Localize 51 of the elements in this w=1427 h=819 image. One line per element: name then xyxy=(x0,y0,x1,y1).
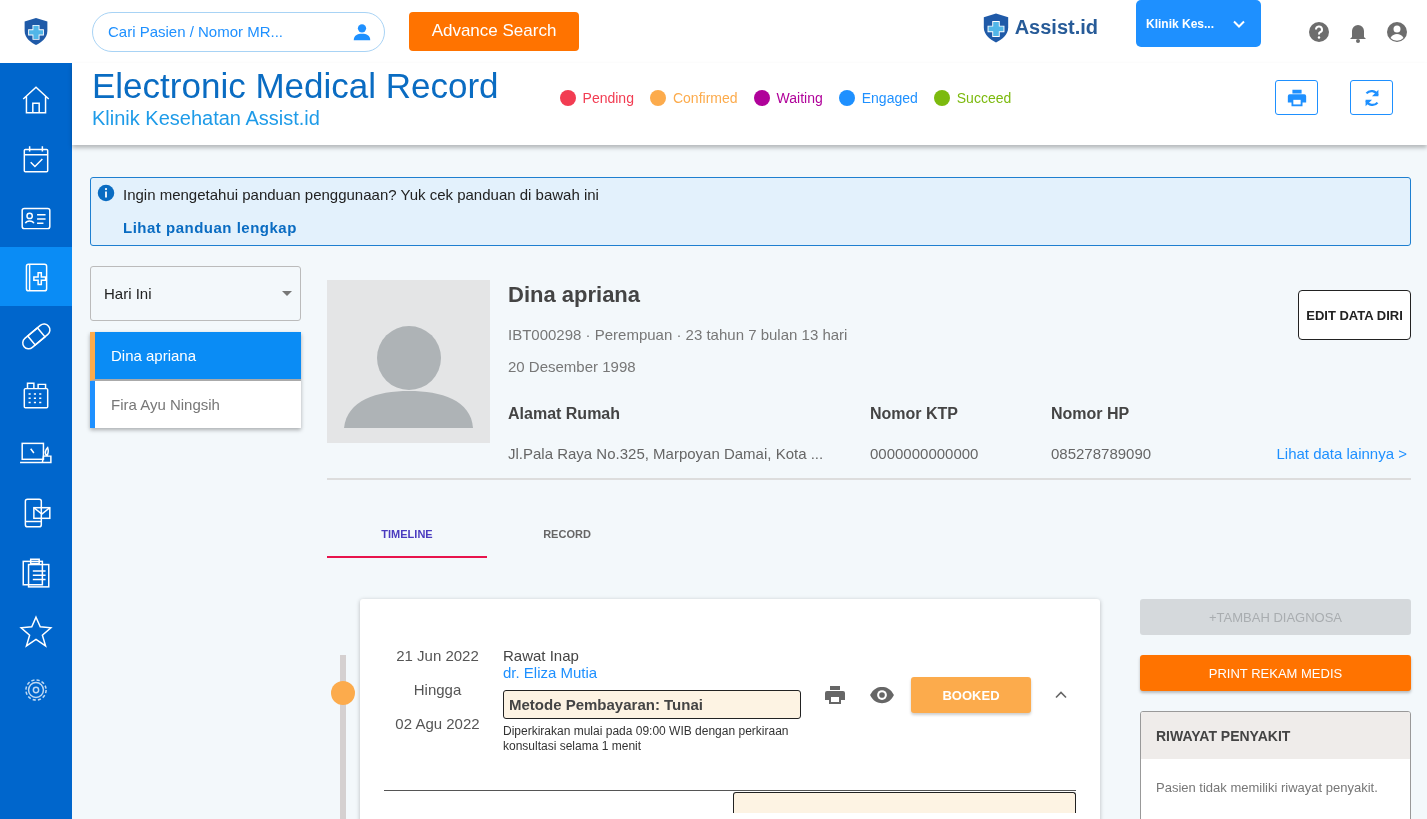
banner-text: Ingin mengetahui panduan penggunaan? Yuk cek panduan di bawah ini xyxy=(123,185,599,205)
tab[interactable]: TIMELINE xyxy=(327,520,487,558)
legend-label: Engaged xyxy=(861,90,918,106)
legend-label: Pending xyxy=(582,90,634,106)
visit-date: Hingga xyxy=(412,681,463,698)
patient-list-item[interactable]: Dina apriana xyxy=(90,332,301,381)
dropdown-caret-icon xyxy=(282,291,292,296)
edit-data-button[interactable]: EDIT DATA DIRI xyxy=(1298,290,1411,340)
patient-summary: IBT000298 · Perempuan · 23 tahun 7 bulan 13 hari xyxy=(508,326,848,343)
field-value: 085278789090 xyxy=(1051,445,1153,462)
timeline-node xyxy=(331,681,355,705)
visit-date: 21 Jun 2022 xyxy=(395,647,480,664)
doctor-link[interactable]: dr. Eliza Mutia xyxy=(503,664,598,681)
more-data-link[interactable]: Lihat data lainnya > xyxy=(1276,445,1407,462)
print-record-button[interactable]: PRINT REKAM MEDIS xyxy=(1140,655,1411,691)
tab[interactable]: RECORD xyxy=(487,520,647,558)
field-label: Nomor KTP xyxy=(870,405,959,423)
birth-date: 20 Desember 1998 xyxy=(508,358,637,375)
legend-label: Succeed xyxy=(956,90,1012,106)
page-title: Electronic Medical Record xyxy=(92,66,499,106)
field-value: Jl.Pala Raya No.325, Marpoyan Damai, Kota ... xyxy=(508,445,825,462)
payment-method: Metode Pembayaran: Tunai xyxy=(503,690,801,719)
logo-icon[interactable] xyxy=(22,16,50,47)
schedule-note: Diperkirakan mulai pada 09:00 WIB dengan perkiraan konsultasi selama 1 menit xyxy=(503,724,790,754)
clinic-subtitle: Klinik Kesehatan Assist.id xyxy=(92,106,321,130)
patient-name: Dina apriana xyxy=(508,282,642,308)
search-field[interactable]: Cari Pasien / Nomor MR... xyxy=(92,11,385,52)
info-icon xyxy=(97,184,115,202)
guide-link[interactable]: Lihat panduan lengkap xyxy=(123,219,297,236)
brand-name: Assist.id xyxy=(1014,16,1098,39)
field-label: Nomor HP xyxy=(1051,405,1131,423)
print-button[interactable] xyxy=(1275,80,1318,115)
clinic-select[interactable]: Klinik Kes... xyxy=(1136,0,1261,47)
printer-icon[interactable] xyxy=(823,683,847,707)
visit-type: Rawat Inap xyxy=(503,647,580,664)
history-title: RIWAYAT PENYAKIT xyxy=(1141,712,1410,759)
help-icon[interactable] xyxy=(1307,19,1331,44)
refresh-button[interactable] xyxy=(1350,80,1393,115)
legend-label: Waiting xyxy=(776,90,823,106)
account-icon[interactable] xyxy=(1385,19,1409,44)
date-filter-select[interactable]: Hari Ini xyxy=(90,266,301,321)
visit-date: 02 Agu 2022 xyxy=(394,715,481,732)
nav-item[interactable] xyxy=(0,247,72,306)
star-icon xyxy=(19,613,53,648)
field-label: Alamat Rumah xyxy=(508,405,622,423)
field-value: 0000000000000 xyxy=(870,445,980,462)
status-button[interactable]: BOOKED xyxy=(911,677,1031,713)
legend-label: Confirmed xyxy=(672,90,738,106)
history-text: Pasien tidak memiliki riwayat penyakit. xyxy=(1155,779,1379,796)
patient-list-item[interactable]: Fira Ayu Ningsih xyxy=(90,381,301,428)
advance-search-button[interactable]: Advance Search xyxy=(409,11,579,51)
